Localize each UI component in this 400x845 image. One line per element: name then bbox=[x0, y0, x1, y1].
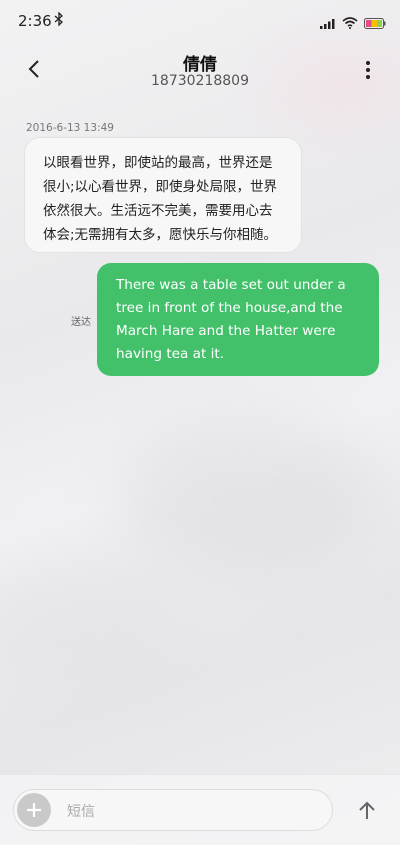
plus-icon[interactable] bbox=[17, 793, 51, 827]
composer-bar: 短信 bbox=[0, 774, 400, 845]
delivery-status: 送达 bbox=[71, 317, 91, 328]
contact-number: 18730218809 bbox=[151, 73, 249, 89]
message-timestamp: 2016-6-13 13:49 bbox=[26, 122, 114, 134]
signal-icon bbox=[320, 14, 336, 33]
wifi-icon bbox=[342, 14, 358, 33]
send-arrow-icon[interactable] bbox=[356, 800, 378, 822]
outgoing-message-bubble[interactable]: There was a table set out under a tree i… bbox=[97, 263, 379, 376]
status-bar: 2:36 bbox=[0, 0, 400, 44]
incoming-message-text: 以眼看世界，即使站的最高，世界还是很小;以心看世界，即使身处局限，世界依然很大。… bbox=[43, 155, 278, 243]
conversation-header: 倩倩 18730218809 bbox=[0, 48, 400, 98]
outgoing-message-text: There was a table set out under a tree i… bbox=[116, 277, 346, 362]
battery-icon bbox=[364, 14, 386, 33]
contact-name: 倩倩 bbox=[183, 55, 217, 75]
more-vertical-icon[interactable] bbox=[358, 59, 378, 81]
message-input-placeholder: 短信 bbox=[67, 804, 95, 820]
incoming-message-bubble[interactable]: 以眼看世界，即使站的最高，世界还是很小;以心看世界，即使身处局限，世界依然很大。… bbox=[24, 137, 302, 253]
bluetooth-icon bbox=[54, 11, 64, 30]
message-input[interactable]: 短信 bbox=[13, 789, 333, 831]
status-time: 2:36 bbox=[18, 12, 52, 30]
